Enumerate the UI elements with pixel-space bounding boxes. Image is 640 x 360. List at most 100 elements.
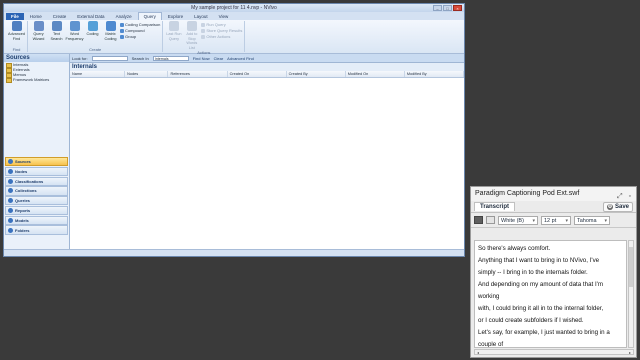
compound-button[interactable]: Compound <box>120 28 160 33</box>
ribbon-group-find: Advanced Find Find <box>6 21 28 52</box>
scrollbar-thumb[interactable] <box>629 247 633 287</box>
close-icon[interactable]: × <box>453 5 462 11</box>
save-label: Save <box>614 203 629 210</box>
ribbon: Advanced Find Find Query Wizard Text Search… <box>4 20 464 55</box>
maximize-icon[interactable]: □ <box>443 5 452 11</box>
ribbon-group-items: Last Run Query Add to Stop Words List Run … <box>165 21 242 50</box>
add-to-stop-words-list-button[interactable]: Add to Stop Words List <box>183 21 200 50</box>
tab-external-data[interactable]: External Data <box>72 13 109 20</box>
tab-view[interactable]: View <box>214 13 234 20</box>
column-headers: Name Nodes References Created On Created By M… <box>70 71 464 78</box>
sources-icon <box>8 159 13 165</box>
nav-section-label: Queries <box>15 198 30 204</box>
transcript-line: with, I could bring it all in to the int… <box>478 305 604 312</box>
find-now-button[interactable]: Find Now <box>193 56 210 61</box>
column-header-modified-by[interactable]: Modified By <box>405 71 464 77</box>
tab-explore[interactable]: Explore <box>163 13 188 20</box>
group-button[interactable]: Group <box>120 34 160 39</box>
transcript-scrollbar[interactable] <box>628 240 634 348</box>
nav-section-folders[interactable]: Folders <box>5 225 68 235</box>
column-header-references[interactable]: References <box>168 71 228 77</box>
nav-section-sources[interactable]: Sources <box>5 157 68 167</box>
font-size-select[interactable]: 12 pt ▾ <box>541 215 571 225</box>
group-icon <box>120 34 124 39</box>
nav-section-nodes[interactable]: Nodes <box>5 166 68 176</box>
ribbon-small-items: Coding Comparison Compound Group <box>120 21 160 47</box>
tab-create[interactable]: Create <box>48 13 72 20</box>
tab-layout[interactable]: Layout <box>189 13 213 20</box>
run-query-button[interactable]: Run Query <box>201 22 242 27</box>
stop-words-icon <box>186 21 197 31</box>
last-run-query-button[interactable]: Last Run Query <box>165 21 182 50</box>
column-header-name[interactable]: Name <box>70 71 126 77</box>
pod-title: Paradigm Captioning Pod Ext.swf <box>475 190 580 197</box>
nodes-icon <box>8 168 13 174</box>
pod-tab-row: Transcript ⚙ Save <box>471 201 636 213</box>
nav-section-models[interactable]: Models <box>5 215 68 225</box>
folder-tree: Internals Externals Memos Framework Matrice… <box>4 62 69 158</box>
look-for-label: Look for: <box>72 55 88 61</box>
word-frequency-button[interactable]: Word Frequency <box>66 21 83 47</box>
other-actions-button[interactable]: Other Actions <box>201 34 242 39</box>
coding-comparison-button[interactable]: Coding Comparison <box>120 22 160 27</box>
tab-query[interactable]: Query <box>137 12 162 20</box>
store-query-results-button[interactable]: Store Query Results <box>201 28 242 33</box>
pod-window-controls[interactable]: ⤢ ▫ <box>617 190 633 204</box>
advanced-find-link[interactable]: Advanced Find <box>227 56 254 61</box>
matrix-coding-button[interactable]: Matrix Coding <box>102 21 119 47</box>
ribbon-small-label: Other Actions <box>206 34 231 39</box>
ribbon-small-label: Store Query Results <box>206 28 243 33</box>
find-bar: Look for: Search In Internals Find Now C… <box>70 54 464 63</box>
search-in-select[interactable]: Internals <box>152 55 189 61</box>
list-view[interactable] <box>70 78 464 250</box>
transcript-text: So there's always comfort. Anything that … <box>474 240 627 348</box>
ribbon-small-items: Run Query Store Query Results Other Action… <box>201 21 242 50</box>
folder-icon <box>6 78 12 83</box>
tab-analyze[interactable]: Analyze <box>111 13 137 20</box>
font-family-select[interactable]: Tahoma ▾ <box>574 215 610 225</box>
nav-section-label: Folders <box>15 227 30 233</box>
nav-section-reports[interactable]: Reports <box>5 205 68 216</box>
nav-header: Sources <box>4 54 69 62</box>
reports-icon <box>8 208 13 213</box>
column-header-modified-on[interactable]: Modified On <box>346 71 405 77</box>
ribbon-button-label: Coding <box>86 32 99 36</box>
font-family-value: Tahoma <box>577 217 597 224</box>
nav-section-classifications[interactable]: Classifications <box>5 176 68 186</box>
transcript-line: or I could create subfolders if I wished… <box>478 317 584 324</box>
column-header-created-on[interactable]: Created On <box>228 71 287 77</box>
scroll-right-icon[interactable]: ▸ <box>629 350 631 355</box>
nav-section-label: Sources <box>15 159 31 165</box>
folders-icon <box>8 227 13 233</box>
ribbon-small-label: Group <box>125 34 137 39</box>
clear-button[interactable]: Clear <box>214 56 224 61</box>
nav-section-collections[interactable]: Collections <box>5 186 68 196</box>
status-bar <box>4 249 464 256</box>
caption-toolbar: White (B) ▾ 12 pt ▾ Tahoma ▾ <box>471 213 636 228</box>
horizontal-scrollbar[interactable]: ◂ ▸ <box>474 349 634 355</box>
minimize-icon[interactable]: – <box>433 5 442 11</box>
ribbon-button-label: Query Wizard <box>32 32 45 41</box>
color-select[interactable]: White (B) ▾ <box>498 215 538 225</box>
store-query-results-icon <box>201 28 206 33</box>
transcript-line: Let's say, for example, I just wanted to… <box>478 329 610 336</box>
ribbon-small-label: Coding Comparison <box>125 22 161 27</box>
light-theme-icon[interactable] <box>486 216 495 224</box>
tree-item-framework-matrices[interactable]: Framework Matrices <box>6 77 67 83</box>
tab-file[interactable]: File <box>6 13 24 20</box>
query-wizard-button[interactable]: Query Wizard <box>30 21 47 47</box>
column-header-created-by[interactable]: Created By <box>287 71 346 77</box>
tab-home[interactable]: Home <box>25 13 47 20</box>
text-search-button[interactable]: Text Search <box>48 21 65 47</box>
search-in-label: Search In <box>131 55 149 61</box>
column-header-nodes[interactable]: Nodes <box>125 71 169 77</box>
scroll-left-icon[interactable]: ◂ <box>477 350 479 355</box>
nav-section-queries[interactable]: Queries <box>5 196 68 206</box>
chevron-down-icon: ▾ <box>604 217 607 224</box>
coding-button[interactable]: Coding <box>84 21 101 47</box>
wizard-icon <box>33 21 44 31</box>
tab-transcript[interactable]: Transcript <box>474 202 516 211</box>
advanced-find-button[interactable]: Advanced Find <box>8 21 25 47</box>
look-for-input[interactable] <box>91 55 128 61</box>
dark-theme-icon[interactable] <box>474 216 483 224</box>
